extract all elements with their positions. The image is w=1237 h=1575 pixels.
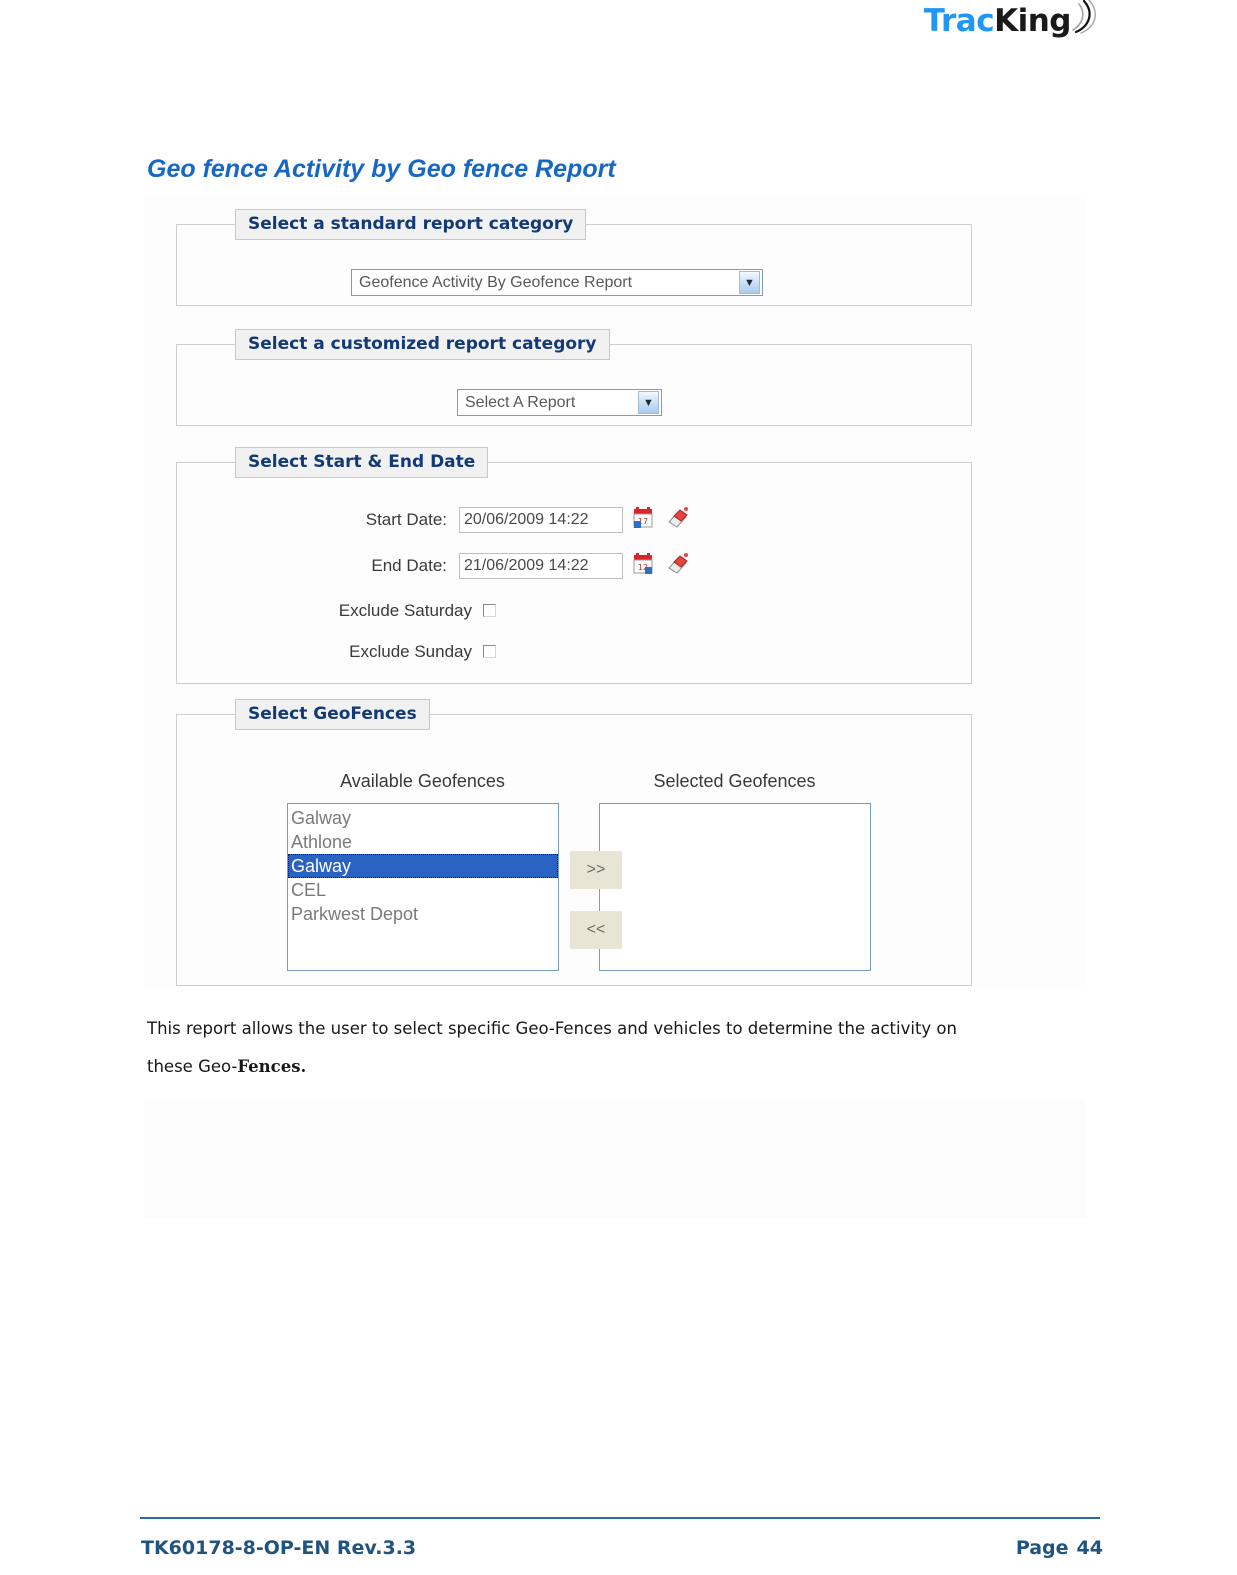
page-title: Geo fence Activity by Geo fence Report <box>147 155 616 183</box>
footer-divider <box>140 1517 1100 1519</box>
remove-geofence-button[interactable]: << <box>570 911 622 949</box>
page-header: TracKing <box>0 0 1237 60</box>
date-range-fieldset: Select Start & End Date Start Date: 20/0… <box>176 447 972 684</box>
empty-image-placeholder <box>144 1100 1086 1218</box>
selected-geofences-caption: Selected Geofences <box>653 771 816 791</box>
logo-text-trac: Trac <box>923 3 995 39</box>
chevron-down-icon[interactable]: ▼ <box>739 271 760 294</box>
paragraph-line-2-serif: Fences. <box>237 1057 307 1076</box>
available-geofences-caption: Available Geofences <box>340 771 505 791</box>
list-item[interactable]: Parkwest Depot <box>288 902 558 926</box>
customized-report-fieldset: Select a customized report category Sele… <box>176 329 972 426</box>
paragraph-line-2-prefix: these Geo- <box>147 1057 238 1076</box>
exclude-saturday-label: Exclude Saturday <box>338 601 472 620</box>
end-date-input[interactable]: 21/06/2009 14:22 <box>459 553 623 579</box>
eraser-icon[interactable] <box>666 506 689 534</box>
list-item[interactable]: Galway <box>288 854 558 878</box>
document-code: TK60178-8-OP-EN Rev.3.3 <box>141 1537 417 1559</box>
chevron-down-icon[interactable]: ▼ <box>638 391 659 414</box>
page-footer: TK60178-8-OP-EN Rev.3.3 Page 44 <box>0 1505 1237 1575</box>
date-range-legend: Select Start & End Date <box>235 447 489 478</box>
calendar-icon[interactable]: 12 <box>632 553 654 580</box>
selected-geofences-listbox[interactable] <box>599 803 871 971</box>
paragraph-line-1: This report allows the user to select sp… <box>147 1019 957 1038</box>
standard-report-fieldset: Select a standard report category Geofen… <box>176 209 972 306</box>
list-item[interactable]: Athlone <box>288 830 558 854</box>
signal-waves-icon <box>1072 0 1102 43</box>
list-item[interactable]: CEL <box>288 878 558 902</box>
standard-report-dropdown[interactable]: Geofence Activity By Geofence Report ▼ <box>351 269 763 296</box>
standard-report-dropdown-value: Geofence Activity By Geofence Report <box>359 273 633 291</box>
start-date-input[interactable]: 20/06/2009 14:22 <box>459 507 623 533</box>
page-number-block: Page 44 <box>1016 1537 1103 1559</box>
add-geofence-button[interactable]: >> <box>570 851 622 889</box>
paragraph-line-2: these Geo-Fences. <box>147 1048 1077 1086</box>
report-configuration-screenshot: Select a standard report category Geofen… <box>144 198 1086 986</box>
end-date-label: End Date: <box>371 556 447 575</box>
customized-report-legend: Select a customized report category <box>235 329 610 360</box>
exclude-saturday-checkbox[interactable] <box>483 604 496 617</box>
exclude-sunday-checkbox[interactable] <box>483 645 496 658</box>
logo-text-k: K <box>994 3 1018 39</box>
available-geofences-listbox[interactable]: Galway Athlone Galway CEL Parkwest Depot <box>287 803 559 971</box>
page-label: Page <box>1015 1537 1069 1559</box>
body-paragraph: This report allows the user to select sp… <box>147 1010 1077 1086</box>
geofences-fieldset: Select GeoFences Available Geofences Sel… <box>176 699 972 986</box>
customized-report-dropdown-value: Select A Report <box>465 393 576 411</box>
eraser-icon[interactable] <box>666 552 689 580</box>
start-date-label: Start Date: <box>365 510 447 529</box>
standard-report-legend: Select a standard report category <box>235 209 587 240</box>
calendar-icon[interactable]: 17 <box>632 507 654 534</box>
list-item[interactable]: Galway <box>288 806 558 830</box>
customized-report-dropdown[interactable]: Select A Report ▼ <box>457 389 662 416</box>
exclude-sunday-label: Exclude Sunday <box>349 642 472 661</box>
page-number: 44 <box>1076 1537 1103 1559</box>
logo-text-ing: ing <box>1017 3 1072 39</box>
tracking-logo: TracKing <box>923 0 1102 43</box>
geofences-legend: Select GeoFences <box>235 699 430 730</box>
